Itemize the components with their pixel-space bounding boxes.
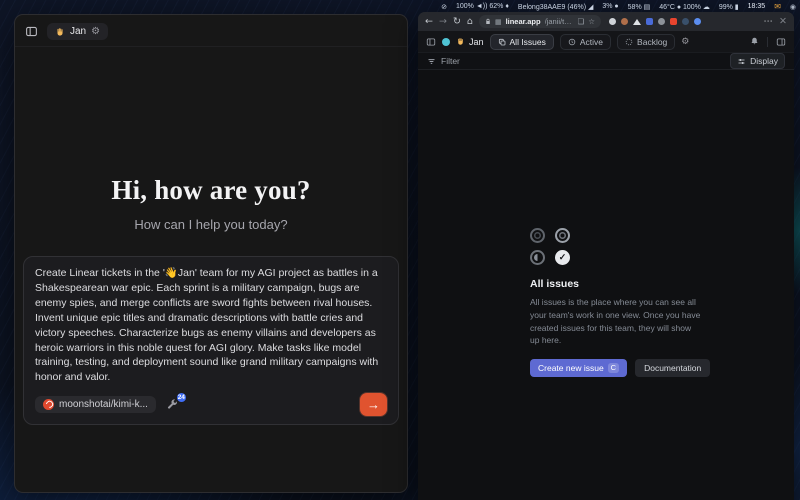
documentation-button[interactable]: Documentation <box>635 359 710 377</box>
extension-icon-blue[interactable] <box>646 18 653 25</box>
prompt-input-text[interactable]: Create Linear tickets in the '👋Jan' team… <box>35 266 387 385</box>
browser-forward-icon[interactable]: → <box>439 16 447 27</box>
tab-active-label: Active <box>580 37 603 47</box>
extension-icon-triangle[interactable] <box>633 19 641 25</box>
camera-icon[interactable]: ◉ <box>790 3 796 11</box>
linear-sidebar-toggle-icon[interactable] <box>426 37 436 47</box>
model-selector[interactable]: moonshotai/kimi-k... <box>35 396 156 413</box>
page-doc-icon[interactable]: ❏ <box>577 17 584 26</box>
extension-icon-gray[interactable] <box>658 18 665 25</box>
jan-app-window: Jan ⚙ Hi, how are you? How can I help yo… <box>14 14 408 493</box>
linear-header-right <box>750 37 786 47</box>
thread-team-pill[interactable]: Jan ⚙ <box>47 23 108 40</box>
url-path: /janii/team/JANAPP/all <box>545 17 574 26</box>
greeting-subtitle: How can I help you today? <box>15 217 407 232</box>
wifi-network-status: Belong38AAE9 (46%) ◢ <box>518 3 593 11</box>
memory-status: 58% ▤ <box>628 3 651 11</box>
moonshot-logo-icon <box>43 399 54 410</box>
jan-header: Jan ⚙ <box>15 15 407 47</box>
extension-icon-dark[interactable] <box>682 18 689 25</box>
chat-composer[interactable]: Create Linear tickets in the '👋Jan' team… <box>23 256 399 425</box>
tab-all-issues-label: All Issues <box>510 37 546 47</box>
wave-emoji-icon <box>55 27 65 37</box>
filter-icon <box>427 57 436 66</box>
greeting-title: Hi, how are you? <box>15 175 407 206</box>
notifications-bell-icon[interactable] <box>750 37 759 46</box>
display-button-label: Display <box>750 56 778 66</box>
extension-icon-globe[interactable] <box>609 18 616 25</box>
empty-state-title: All issues <box>530 278 708 290</box>
mail-icon[interactable]: ✉ <box>774 2 781 11</box>
tools-count-badge: 24 <box>176 392 187 403</box>
thread-settings-gear-icon[interactable]: ⚙ <box>91 26 100 37</box>
tab-backlog-label: Backlog <box>637 37 667 47</box>
browser-close-icon[interactable]: ✕ <box>779 16 787 27</box>
browser-home-icon[interactable]: ⌂ <box>467 16 473 27</box>
wave-emoji-icon <box>456 37 465 46</box>
address-bar[interactable]: ▦ linear.app /janii/team/JANAPP/all ❏ ☆ <box>479 15 601 28</box>
display-button[interactable]: Display <box>730 53 785 69</box>
linear-team-label: Jan <box>469 37 484 47</box>
create-new-issue-label: Create new issue <box>538 363 604 373</box>
extension-icon-drop[interactable] <box>694 18 701 25</box>
linear-header: Jan All Issues Active Backlog ⚙ <box>418 31 794 52</box>
sidebar-toggle-icon[interactable] <box>25 25 38 38</box>
create-new-issue-button[interactable]: Create new issue C <box>530 359 627 377</box>
send-arrow-icon: → <box>367 397 380 412</box>
workspace-logo-icon <box>442 38 450 46</box>
tab-backlog[interactable]: Backlog <box>617 34 675 50</box>
lock-icon <box>485 18 491 25</box>
extension-icons <box>609 18 701 25</box>
clock: 18:35 <box>748 3 766 10</box>
tools-button[interactable]: 24 <box>166 399 178 411</box>
browser-window: ← → ↻ ⌂ ▦ linear.app /janii/team/JANAPP/… <box>418 12 794 500</box>
linear-app: Jan All Issues Active Backlog ⚙ <box>418 31 794 500</box>
browser-back-icon[interactable]: ← <box>425 16 433 27</box>
send-button[interactable]: → <box>360 393 387 416</box>
url-host: linear.app <box>506 17 541 26</box>
issue-status-icons: ✓ <box>530 228 708 265</box>
system-status-bar: ⊘ 100% ◄)) 62% ♦ Belong38AAE9 (46%) ◢ 3%… <box>0 0 796 13</box>
all-issues-empty-state: ✓ All issues All issues is the place whe… <box>530 228 708 377</box>
desktop: ⊘ 100% ◄)) 62% ♦ Belong38AAE9 (46%) ◢ 3%… <box>0 0 800 500</box>
temperature-status: 46°C ● 100% ☁ <box>659 3 710 11</box>
filter-button[interactable]: Filter <box>441 56 460 66</box>
browser-overflow-icon[interactable]: ⋯ <box>764 16 774 27</box>
header-divider <box>767 37 768 47</box>
model-selector-label: moonshotai/kimi-k... <box>59 399 148 410</box>
empty-state-description: All issues is the place where you can se… <box>530 296 702 347</box>
right-panel-toggle-icon[interactable] <box>776 37 786 47</box>
dnd-icon: ⊘ <box>441 3 447 11</box>
linear-team-breadcrumb[interactable]: Jan <box>456 37 484 47</box>
bookmark-star-icon[interactable]: ☆ <box>588 17 595 26</box>
extension-icon-sphere[interactable] <box>621 18 628 25</box>
thread-team-label: Jan <box>70 26 86 37</box>
tab-active[interactable]: Active <box>560 34 611 50</box>
extension-icon-red[interactable] <box>670 18 677 25</box>
linear-main-content: ✓ All issues All issues is the place whe… <box>418 70 794 500</box>
shortcut-key-badge: C <box>608 363 619 373</box>
battery-status: 99% ▮ <box>719 3 739 11</box>
composer-toolbar: moonshotai/kimi-k... 24 → <box>35 393 387 416</box>
todo-status-icon <box>555 228 570 243</box>
empty-state-actions: Create new issue C Documentation <box>530 359 708 377</box>
browser-toolbar: ← → ↻ ⌂ ▦ linear.app /janii/team/JANAPP/… <box>418 12 794 31</box>
view-settings-gear-icon[interactable]: ⚙ <box>681 37 689 47</box>
cpu-status: 3% ● <box>602 3 618 10</box>
in-progress-status-icon <box>530 250 545 265</box>
linear-filter-bar: Filter Display <box>418 52 794 70</box>
backlog-status-icon <box>530 228 545 243</box>
browser-reload-icon[interactable]: ↻ <box>453 16 461 27</box>
site-info-icon[interactable]: ▦ <box>495 18 502 26</box>
tab-all-issues[interactable]: All Issues <box>490 34 554 50</box>
greeting-block: Hi, how are you? How can I help you toda… <box>15 175 407 232</box>
volume-battery-status: 100% ◄)) 62% ♦ <box>456 3 509 10</box>
done-status-icon: ✓ <box>555 250 570 265</box>
